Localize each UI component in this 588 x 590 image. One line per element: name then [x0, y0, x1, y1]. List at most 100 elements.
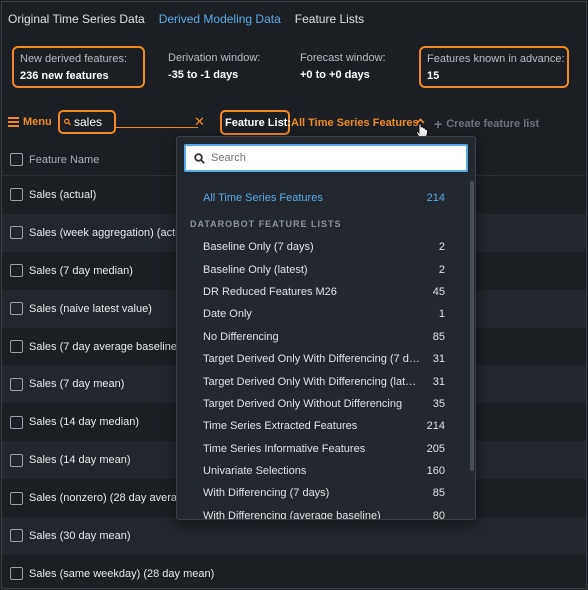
row-checkbox[interactable]: [10, 415, 23, 429]
feature-name: Sales (same weekday) (28 day mean): [29, 567, 215, 580]
menu-button[interactable]: Menu: [8, 116, 52, 128]
row-checkbox[interactable]: [10, 453, 23, 467]
summary-bar: New derived features: 236 new features D…: [2, 40, 586, 92]
dropdown-item-count: 2: [438, 241, 445, 254]
forecast-window-value: +0 to +0 days: [300, 69, 370, 81]
dropdown-item[interactable]: Time Series Informative Features 205: [177, 438, 467, 460]
derivation-window-stat: Derivation window: -35 to -1 days: [168, 46, 260, 88]
plus-icon: +: [434, 116, 443, 132]
dropdown-item-name: With Differencing (7 days): [203, 487, 330, 500]
feature-search-input[interactable]: [74, 115, 114, 129]
tab-bar: Original Time Series Data Derived Modeli…: [2, 2, 586, 36]
dropdown-item-count: 31: [432, 375, 445, 388]
dropdown-item-name: All Time Series Features: [203, 192, 323, 204]
feature-name: Sales (nonzero) (28 day average): [29, 492, 177, 505]
new-features-stat: New derived features: 236 new features: [12, 46, 145, 88]
dropdown-item-name: Baseline Only (latest): [203, 263, 308, 276]
search-icon: [194, 152, 205, 164]
dropdown-item[interactable]: With Differencing (average baseline) 80: [177, 505, 467, 520]
known-in-advance-value: 15: [427, 70, 440, 82]
clear-icon[interactable]: ✕: [194, 115, 205, 128]
search-icon: [64, 118, 71, 126]
row-checkbox[interactable]: [10, 529, 23, 543]
dropdown-item-name: Target Derived Only With Differencing (7…: [203, 353, 420, 366]
table-row[interactable]: Sales (30 day mean): [2, 517, 586, 555]
app-frame: Original Time Series Data Derived Modeli…: [1, 1, 587, 589]
dropdown-item-name: Time Series Extracted Features: [203, 420, 358, 433]
feature-name: Sales (7 day mean): [29, 378, 125, 391]
feature-name-column-header[interactable]: Feature Name: [29, 154, 99, 166]
forecast-window-stat: Forecast window: +0 to +0 days: [300, 46, 386, 88]
dropdown-item-count: 85: [432, 487, 445, 500]
row-checkbox[interactable]: [10, 491, 23, 505]
dropdown-item[interactable]: Date Only 1: [177, 303, 467, 325]
feature-name: Sales (14 day median): [29, 416, 140, 429]
menu-label: Menu: [23, 116, 52, 128]
dropdown-item-name: No Differencing: [203, 330, 279, 343]
feature-list-selector[interactable]: All Time Series Features: [291, 117, 419, 129]
new-features-value: 236 new features: [20, 70, 109, 82]
table-row[interactable]: Sales (same weekday) (28 day mean): [2, 555, 586, 588]
create-feature-list-label: Create feature list: [446, 118, 540, 130]
row-checkbox[interactable]: [10, 226, 23, 240]
row-checkbox[interactable]: [10, 567, 23, 581]
toolbar: Menu ✕ Feature List: All Time Series Fea…: [2, 108, 586, 139]
dropdown-item-count: 214: [426, 192, 445, 204]
dropdown-item[interactable]: Univariate Selections 160: [177, 460, 467, 482]
feature-name: Sales (14 day mean): [29, 454, 131, 467]
dropdown-item[interactable]: Baseline Only (7 days) 2: [177, 236, 467, 258]
row-checkbox[interactable]: [10, 264, 23, 278]
dropdown-list: All Time Series Features 214 DATAROBOT F…: [177, 185, 467, 520]
feature-search-box: [58, 110, 116, 134]
feature-name: Sales (7 day median): [29, 264, 133, 277]
feature-name: Sales (naive latest value): [29, 302, 152, 315]
tab-derived-modeling-data[interactable]: Derived Modeling Data: [159, 12, 281, 26]
row-checkbox[interactable]: [10, 377, 23, 391]
dropdown-item-name: Univariate Selections: [203, 465, 307, 478]
dropdown-item-count: 35: [432, 397, 445, 410]
menu-icon: [8, 117, 19, 127]
dropdown-item[interactable]: With Differencing (7 days) 85: [177, 482, 467, 504]
dropdown-item-all-time-series-features[interactable]: All Time Series Features 214: [177, 185, 467, 211]
feature-list-dropdown: All Time Series Features 214 DATAROBOT F…: [176, 136, 476, 520]
dropdown-item[interactable]: DR Reduced Features M26 45: [177, 281, 467, 303]
search-underline: [114, 127, 198, 128]
dropdown-item[interactable]: Target Derived Only With Differencing (l…: [177, 370, 467, 392]
create-feature-list-button[interactable]: + Create feature list: [434, 116, 539, 132]
row-checkbox[interactable]: [10, 340, 23, 353]
dropdown-item-count: 45: [432, 285, 445, 298]
dropdown-item[interactable]: Target Derived Only Without Differencing…: [177, 393, 467, 415]
forecast-window-label: Forecast window:: [300, 52, 386, 64]
known-in-advance-stat: Features known in advance: 15: [419, 46, 569, 88]
row-checkbox[interactable]: [10, 188, 23, 202]
dropdown-item-name: Target Derived Only With Differencing (l…: [203, 375, 417, 388]
feature-name: Sales (week aggregation) (actual): [29, 226, 177, 239]
feature-list-label: Feature List:: [225, 117, 292, 129]
dropdown-item-count: 31: [432, 353, 445, 366]
tab-original-time-series-data[interactable]: Original Time Series Data: [8, 12, 145, 26]
dropdown-item[interactable]: Time Series Extracted Features 214: [177, 415, 467, 437]
dropdown-item-count: 214: [426, 420, 445, 433]
known-in-advance-label: Features known in advance:: [427, 53, 565, 65]
dropdown-search-input[interactable]: [211, 152, 451, 164]
dropdown-item-name: With Differencing (average baseline): [203, 509, 381, 520]
dropdown-item-count: 160: [426, 465, 445, 478]
dropdown-group-label: DATAROBOT FEATURE LISTS: [190, 219, 342, 229]
derivation-window-value: -35 to -1 days: [168, 69, 239, 81]
dropdown-item[interactable]: No Differencing 85: [177, 326, 467, 348]
dropdown-item[interactable]: Baseline Only (latest) 2: [177, 258, 467, 280]
dropdown-item-count: 205: [426, 442, 445, 455]
dropdown-search-box: [184, 144, 468, 172]
dropdown-scrollbar[interactable]: [470, 181, 474, 471]
select-all-checkbox[interactable]: [10, 153, 23, 166]
dropdown-item-name: DR Reduced Features M26: [203, 285, 337, 298]
dropdown-item[interactable]: Target Derived Only With Differencing (7…: [177, 348, 467, 370]
row-checkbox[interactable]: [10, 302, 23, 316]
dropdown-item-count: 80: [432, 509, 445, 520]
feature-name: Sales (actual): [29, 188, 97, 201]
tab-feature-lists[interactable]: Feature Lists: [295, 12, 364, 26]
new-features-label: New derived features:: [20, 53, 127, 65]
feature-name: Sales (7 day average baseline): [29, 340, 177, 353]
dropdown-item-name: Target Derived Only Without Differencing: [203, 397, 403, 410]
derivation-window-label: Derivation window:: [168, 52, 261, 64]
